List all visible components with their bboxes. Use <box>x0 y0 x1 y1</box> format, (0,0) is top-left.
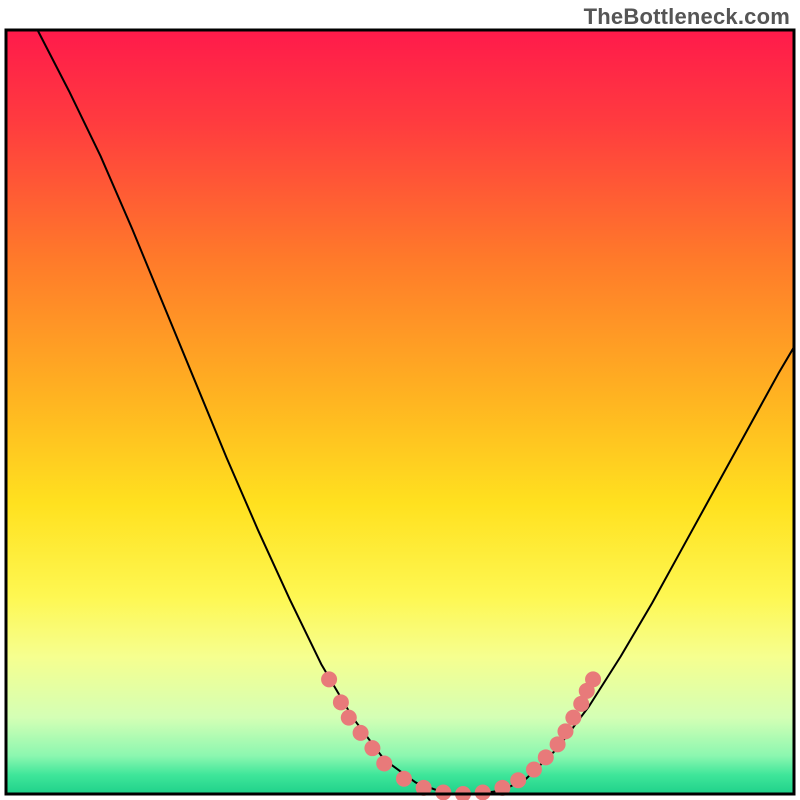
highlight-dot <box>510 772 526 788</box>
highlight-dot <box>341 710 357 726</box>
highlight-dot <box>435 784 451 800</box>
watermark-label: TheBottleneck.com <box>584 4 790 30</box>
highlight-dot <box>353 725 369 741</box>
highlight-dot <box>333 694 349 710</box>
highlight-dot <box>376 755 392 771</box>
highlight-dot <box>585 671 601 687</box>
highlight-dot <box>396 771 412 787</box>
highlight-dot <box>364 740 380 756</box>
bottleneck-curve-chart <box>0 0 800 800</box>
highlight-dot <box>526 762 542 778</box>
highlight-dot <box>475 784 491 800</box>
chart-background-gradient <box>6 30 794 794</box>
chart-container: TheBottleneck.com <box>0 0 800 800</box>
highlight-dot <box>557 723 573 739</box>
highlight-dot <box>565 710 581 726</box>
highlight-dot <box>538 749 554 765</box>
highlight-dot <box>321 671 337 687</box>
